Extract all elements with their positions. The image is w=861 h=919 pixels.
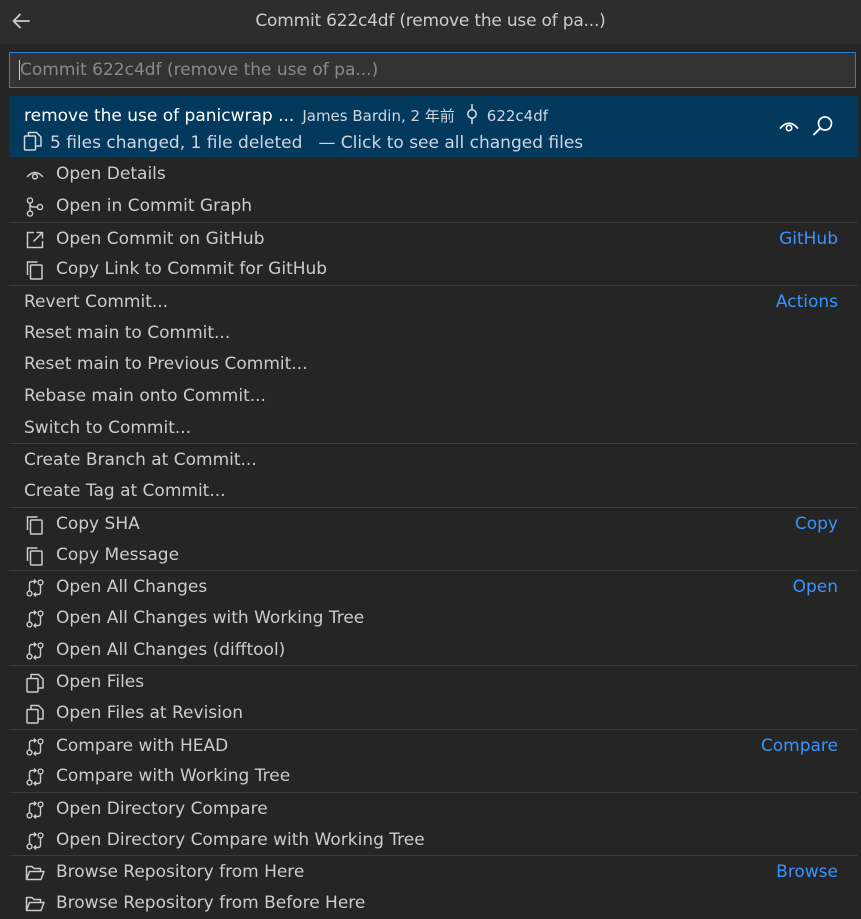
menu-item-label: Open in Commit Graph — [56, 196, 253, 216]
text-caret — [19, 60, 20, 80]
group-separator — [9, 792, 858, 793]
menu-item-open-all-changes-difftool[interactable]: Open All Changes (difftool) — [9, 636, 858, 666]
quick-pick-input[interactable] — [9, 52, 856, 88]
compare-changes-icon — [23, 607, 47, 631]
menu-item-compare-with-head[interactable]: Compare with HEAD Compare — [9, 732, 858, 762]
menu-item-reset-main-to-commit[interactable]: Reset main to Commit... — [9, 319, 858, 349]
menu-item-label: Copy Link to Commit for GitHub — [56, 259, 328, 279]
menu-item-label: Revert Commit... — [24, 292, 169, 312]
menu-item-reset-main-to-previous-commit[interactable]: Reset main to Previous Commit... — [9, 350, 858, 380]
menu-item-label: Reset main to Commit... — [24, 323, 231, 343]
files-icon — [23, 702, 47, 726]
search-icon — [813, 116, 833, 136]
compare-changes-icon — [23, 798, 47, 822]
menu-item-label: Open All Changes — [56, 577, 208, 597]
group-label-compare: Compare — [760, 736, 838, 756]
menu-item-open-in-commit-graph[interactable]: Open in Commit Graph — [9, 192, 858, 222]
group-label-browse: Browse — [776, 862, 838, 882]
menu-item-label: Open All Changes with Working Tree — [56, 608, 365, 628]
menu-item-label: Compare with HEAD — [56, 736, 229, 756]
copy-icon — [23, 544, 47, 568]
selected-commit-item[interactable]: remove the use of panicwrap ... James Bar… — [9, 96, 858, 157]
group-label-copy: Copy — [794, 514, 838, 534]
menu-item-label: Open Files at Revision — [56, 703, 244, 723]
menu-item-open-files[interactable]: Open Files — [9, 668, 858, 698]
menu-item-label: Open All Changes (difftool) — [56, 640, 286, 660]
menu-item-label: Open Commit on GitHub — [56, 229, 265, 249]
group-separator — [9, 222, 858, 223]
menu-item-label: Open Directory Compare — [56, 799, 268, 819]
commit-message: remove the use of panicwrap ... — [24, 106, 295, 126]
folder-opened-icon — [23, 892, 47, 916]
menu-item-rebase-main-onto-commit[interactable]: Rebase main onto Commit... — [9, 382, 858, 412]
menu-item-label: Compare with Working Tree — [56, 766, 291, 786]
menu-item-browse-repository-from-here[interactable]: Browse Repository from Here Browse — [9, 858, 858, 888]
eye-icon — [23, 163, 47, 187]
group-separator — [9, 285, 858, 286]
menu-item-browse-repository-from-before-here[interactable]: Browse Repository from Before Here — [9, 889, 858, 919]
folder-opened-icon — [23, 861, 47, 885]
menu-item-label: Copy Message — [56, 545, 180, 565]
menu-item-label: Open Files — [56, 672, 145, 692]
menu-item-label: Create Tag at Commit... — [24, 481, 226, 501]
menu-item-label: Open Details — [56, 164, 166, 184]
copy-icon — [23, 258, 47, 282]
commit-sha: 622c4df — [486, 107, 549, 125]
group-separator — [9, 507, 858, 508]
menu-item-open-all-changes-with-working-tree[interactable]: Open All Changes with Working Tree — [9, 604, 858, 634]
menu-item-label: Rebase main onto Commit... — [24, 386, 266, 406]
copy-icon — [23, 513, 47, 537]
menu-item-copy-sha[interactable]: Copy SHA Copy — [9, 510, 858, 540]
window-title: Commit 622c4df (remove the use of pa...) — [255, 11, 606, 31]
compare-changes-icon — [23, 765, 47, 789]
menu-item-open-directory-compare[interactable]: Open Directory Compare — [9, 795, 858, 825]
group-label-github: GitHub — [779, 229, 838, 249]
menu-item-create-branch-at-commit[interactable]: Create Branch at Commit... — [9, 446, 858, 476]
menu-item-label: Browse Repository from Here — [56, 862, 305, 882]
files-changed-summary: 5 files changed, 1 file deleted — [50, 133, 303, 153]
menu-item-copy-message[interactable]: Copy Message — [9, 541, 858, 571]
menu-item-label: Copy SHA — [56, 514, 140, 534]
commit-author-date: James Bardin, 2 年前 — [302, 107, 455, 125]
link-external-icon — [23, 228, 47, 252]
menu-item-open-commit-on-github[interactable]: Open Commit on GitHub GitHub — [9, 225, 858, 255]
compare-changes-icon — [23, 735, 47, 759]
menu-item-open-directory-compare-with-working-tree[interactable]: Open Directory Compare with Working Tree — [9, 826, 858, 856]
compare-changes-icon — [23, 639, 47, 663]
menu-item-open-details[interactable]: Open Details — [9, 160, 858, 190]
files-icon — [23, 671, 47, 695]
menu-item-open-files-at-revision[interactable]: Open Files at Revision — [9, 699, 858, 729]
menu-item-label: Create Branch at Commit... — [24, 450, 257, 470]
git-commit-icon — [465, 103, 479, 125]
title-bar: Commit 622c4df (remove the use of pa...) — [0, 0, 861, 44]
group-separator — [9, 729, 858, 730]
group-label-actions: Actions — [775, 292, 838, 312]
search-button[interactable] — [810, 113, 836, 139]
menu-item-label: Switch to Commit... — [24, 418, 192, 438]
menu-item-open-all-changes[interactable]: Open All Changes Open — [9, 573, 858, 603]
menu-item-create-tag-at-commit[interactable]: Create Tag at Commit... — [9, 477, 858, 507]
open-details-button[interactable] — [776, 113, 802, 139]
menu-item-copy-link-to-commit-for-github[interactable]: Copy Link to Commit for GitHub — [9, 255, 858, 285]
git-graph-icon — [23, 195, 47, 219]
menu-item-compare-with-working-tree[interactable]: Compare with Working Tree — [9, 762, 858, 792]
group-label-open: Open — [792, 577, 838, 597]
menu-item-label: Open Directory Compare with Working Tree — [56, 830, 425, 850]
eye-icon — [779, 122, 799, 132]
menu-item-label: Browse Repository from Before Here — [56, 893, 366, 913]
menu-item-revert-commit[interactable]: Revert Commit... Actions — [9, 288, 858, 318]
files-icon — [22, 130, 44, 152]
changed-files-hint: — Click to see all changed files — [318, 133, 584, 153]
menu-item-switch-to-commit[interactable]: Switch to Commit... — [9, 414, 858, 444]
menu-item-label: Reset main to Previous Commit... — [24, 354, 308, 374]
compare-changes-icon — [23, 576, 47, 600]
compare-changes-icon — [23, 829, 47, 853]
